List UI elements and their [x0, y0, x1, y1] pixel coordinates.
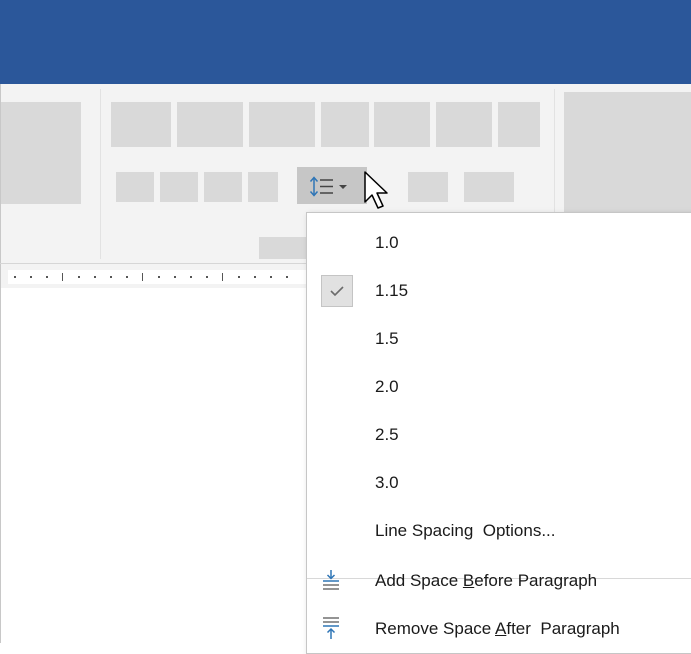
ruler-tick [14, 276, 16, 278]
chevron-down-icon[interactable] [338, 182, 348, 192]
ribbon-placeholder[interactable] [321, 102, 369, 147]
line-spacing-icon [309, 176, 333, 197]
menu-item-label: 3.0 [375, 473, 399, 492]
mouse-cursor-icon [364, 171, 388, 209]
menu-item-add-space-before[interactable]: Add Space Before Paragraph [307, 557, 691, 605]
ruler-tick [270, 276, 272, 278]
ruler-tick [46, 276, 48, 278]
selected-indicator [321, 275, 353, 307]
ribbon-placeholder[interactable] [464, 172, 514, 202]
ruler-tick [30, 276, 32, 278]
ruler-tick [158, 276, 160, 278]
ruler-tick [238, 276, 240, 278]
ruler-tick [190, 276, 192, 278]
menu-item-remove-space-after[interactable]: Remove Space After Paragraph [307, 605, 691, 653]
menu-item-spacing-1-0[interactable]: 1.0 [307, 219, 691, 267]
ruler-scale [8, 270, 308, 284]
ruler-tick [174, 276, 176, 278]
line-spacing-button[interactable] [297, 167, 367, 204]
menu-item-label: 2.5 [375, 425, 399, 444]
ruler-tick [206, 276, 208, 278]
ruler-tick [254, 276, 256, 278]
menu-item-label: 1.15 [375, 281, 409, 300]
ruler-tick [126, 276, 128, 278]
ribbon-placeholder[interactable] [259, 237, 309, 259]
menu-item-label: Line Spacing Options... [375, 521, 556, 540]
title-bar [0, 0, 691, 84]
ruler-tick [222, 273, 223, 281]
ribbon-placeholder-large[interactable] [1, 102, 81, 204]
line-spacing-menu: 1.0 1.15 1.5 2.0 2.5 3.0 Line Spacing Op… [306, 212, 691, 654]
menu-item-spacing-2-0[interactable]: 2.0 [307, 363, 691, 411]
menu-item-label: Remove Space After Paragraph [375, 619, 620, 638]
ribbon-placeholder[interactable] [111, 102, 171, 147]
ribbon-placeholder[interactable] [249, 102, 315, 147]
ribbon-placeholder[interactable] [408, 172, 448, 202]
ribbon-placeholder[interactable] [498, 102, 540, 147]
checkmark-icon [330, 286, 344, 297]
menu-item-label: 2.0 [375, 377, 399, 396]
ribbon-placeholder[interactable] [248, 172, 278, 202]
ribbon-placeholder[interactable] [160, 172, 198, 202]
add-space-before-icon [323, 570, 339, 590]
ruler-tick [142, 273, 143, 281]
ruler-tick [78, 276, 80, 278]
remove-space-after-icon [323, 617, 339, 639]
ribbon-placeholder[interactable] [374, 102, 430, 147]
ruler-tick [62, 273, 63, 281]
ribbon-placeholder[interactable] [204, 172, 242, 202]
ribbon-placeholder[interactable] [116, 172, 154, 202]
ribbon-group-separator [100, 89, 101, 259]
mnemonic-key: A [495, 619, 507, 638]
mnemonic-key: B [462, 571, 475, 590]
ribbon-placeholder[interactable] [436, 102, 492, 147]
menu-item-line-spacing-options[interactable]: Line Spacing Options... [307, 507, 691, 555]
menu-item-label: 1.5 [375, 329, 399, 348]
menu-item-spacing-1-5[interactable]: 1.5 [307, 315, 691, 363]
ruler-tick [94, 276, 96, 278]
menu-item-label: Add Space Before Paragraph [375, 571, 598, 590]
menu-item-spacing-3-0[interactable]: 3.0 [307, 459, 691, 507]
ribbon-placeholder[interactable] [177, 102, 243, 147]
menu-item-label: 1.0 [375, 233, 399, 252]
ruler-tick [286, 276, 288, 278]
menu-item-spacing-1-15[interactable]: 1.15 [307, 267, 691, 315]
menu-item-spacing-2-5[interactable]: 2.5 [307, 411, 691, 459]
ruler-tick [110, 276, 112, 278]
